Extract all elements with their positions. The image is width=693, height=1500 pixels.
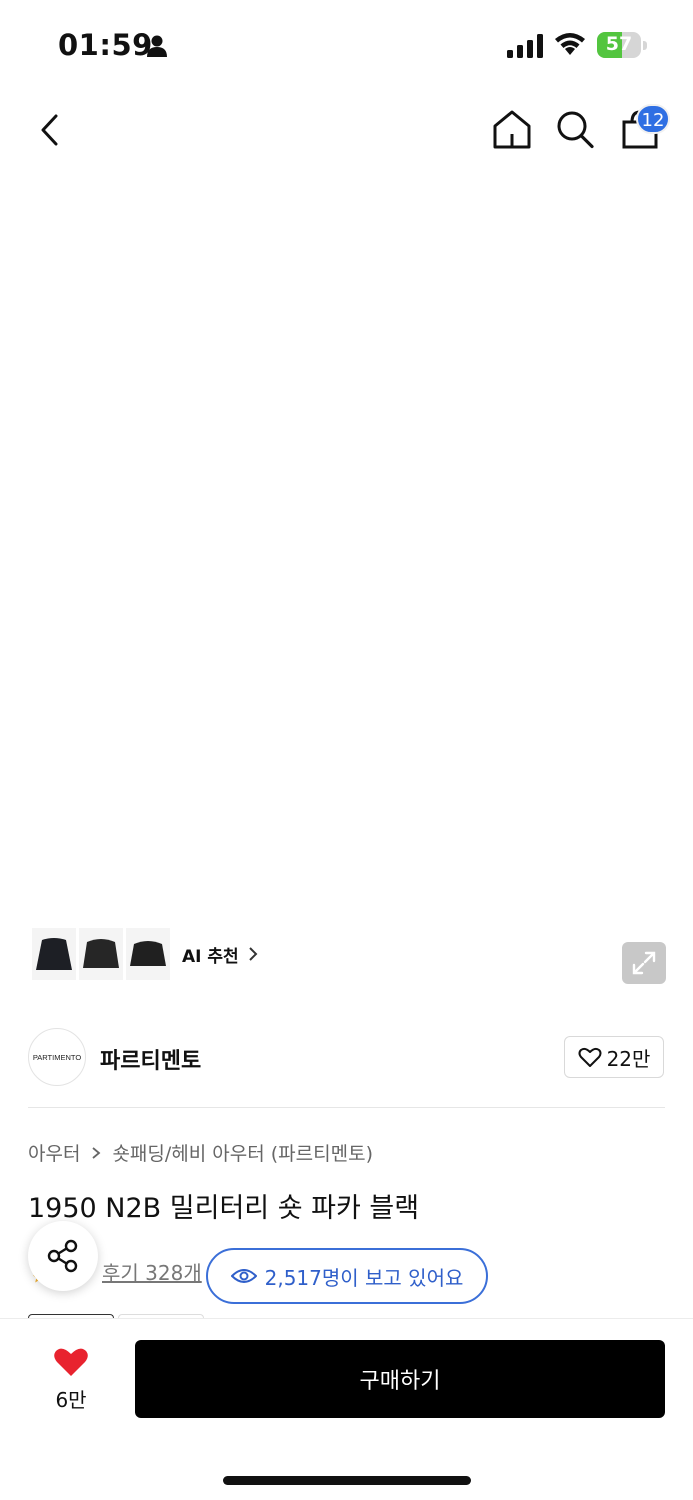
home-icon[interactable] [491, 108, 533, 150]
brand-name[interactable]: 파르티멘토 [100, 1043, 201, 1075]
chevron-right-icon [248, 947, 258, 961]
chevron-left-icon[interactable] [34, 108, 66, 152]
eye-icon [230, 1269, 257, 1283]
wifi-icon [555, 33, 585, 55]
heart-filled-icon[interactable] [53, 1346, 89, 1378]
cellular-signal-icon [507, 34, 543, 58]
live-viewers-badge: 2,517명이 보고 있어요 [206, 1248, 488, 1304]
share-icon [47, 1239, 78, 1273]
product-image-area[interactable] [0, 0, 693, 1008]
ai-recommend-chip[interactable]: AI 추천 [28, 924, 268, 984]
product-jacket-image [33, 255, 665, 955]
chevron-right-icon [92, 1146, 101, 1159]
review-count-link[interactable]: 후기 328개 [102, 1257, 202, 1286]
breadcrumb-subcategory[interactable]: 숏패딩/헤비 아우터 (파르티멘토) [112, 1139, 373, 1166]
status-time: 01:59 [58, 28, 153, 62]
expand-image-button[interactable] [622, 942, 666, 984]
brand-logo[interactable]: PARTIMENTO [28, 1028, 86, 1086]
breadcrumb-category[interactable]: 아우터 [28, 1139, 80, 1166]
brand-like-button[interactable]: 22만 [564, 1036, 664, 1078]
status-bar: 01:59 57 [0, 0, 693, 90]
search-icon[interactable] [555, 108, 595, 150]
brand-like-count: 22만 [606, 1046, 651, 1071]
ai-recommend-label: AI 추천 [182, 946, 239, 967]
battery-indicator: 57 [597, 32, 647, 58]
breadcrumb: 아우터 숏패딩/헤비 아우터 (파르티멘토) [28, 1139, 373, 1166]
heart-outline-icon [578, 1047, 602, 1067]
recommend-thumbnail[interactable] [79, 928, 123, 980]
person-icon [147, 35, 167, 57]
product-title: 1950 N2B 밀리터리 숏 파카 블랙 [28, 1193, 420, 1224]
live-viewers-text: 2,517명이 보고 있어요 [264, 1265, 464, 1290]
wishlist-count: 6만 [55, 1388, 87, 1412]
buy-button[interactable]: 구매하기 [135, 1340, 665, 1418]
divider [28, 1107, 665, 1108]
recommend-thumbnail[interactable] [126, 928, 170, 980]
brand-logo-text: PARTIMENTO [32, 1052, 82, 1062]
battery-percent: 57 [605, 33, 633, 55]
share-button[interactable] [28, 1221, 98, 1291]
cart-count-badge[interactable]: 12 [636, 104, 670, 134]
recommend-thumbnail[interactable] [32, 928, 76, 980]
buy-button-label: 구매하기 [359, 1369, 441, 1394]
expand-icon [632, 951, 656, 975]
home-indicator [223, 1476, 471, 1485]
